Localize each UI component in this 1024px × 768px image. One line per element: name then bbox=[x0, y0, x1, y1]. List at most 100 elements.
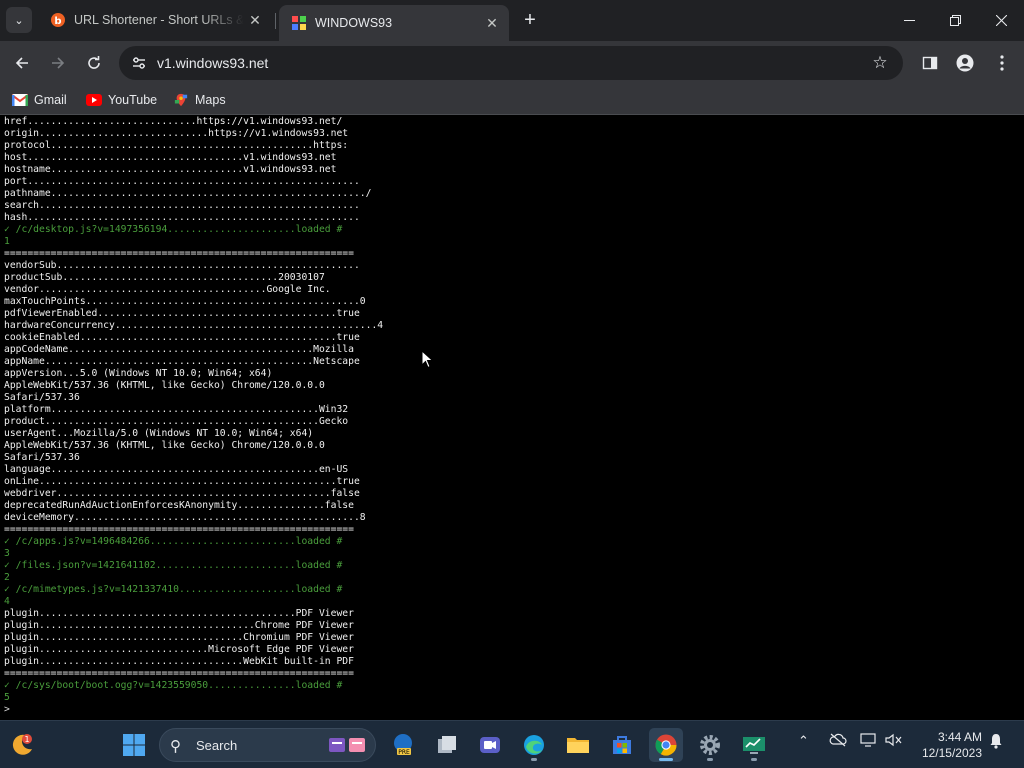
network-icon[interactable] bbox=[860, 733, 878, 750]
terminal-line: webdriver...............................… bbox=[4, 488, 360, 499]
terminal-line: 4 bbox=[4, 596, 10, 607]
terminal-line: maxTouchPoints..........................… bbox=[4, 296, 366, 307]
bookmark-maps[interactable]: Maps bbox=[173, 91, 226, 109]
reload-button[interactable] bbox=[80, 49, 108, 77]
taskbar-app-terminal[interactable] bbox=[737, 728, 771, 762]
taskbar-search[interactable]: ⚲ Search bbox=[159, 728, 376, 762]
taskbar-app-meet[interactable] bbox=[473, 728, 507, 762]
terminal-line: 1 bbox=[4, 236, 10, 247]
taskbar-app-microsoft-store[interactable] bbox=[605, 728, 639, 762]
url-text[interactable]: v1.windows93.net bbox=[157, 55, 268, 71]
address-bar[interactable]: v1.windows93.net ☆ bbox=[119, 46, 903, 80]
terminal-line: deviceMemory............................… bbox=[4, 512, 366, 523]
windows-logo-icon bbox=[123, 734, 145, 756]
windows-taskbar: 1 ⚲ Search PRE ⌃ 3:44 AM 12/15/2023 bbox=[0, 720, 1024, 768]
terminal-line: hash....................................… bbox=[4, 212, 360, 223]
edge-browser-icon bbox=[524, 735, 544, 755]
tab-url-shortener[interactable]: b URL Shortener - Short URLs & Cu ✕ bbox=[38, 5, 272, 35]
tab-title: URL Shortener - Short URLs & Cu bbox=[74, 13, 244, 27]
search-icon: ⚲ bbox=[170, 738, 181, 755]
terminal-output: href.............................https:/… bbox=[4, 116, 383, 716]
terminal-line: ========================================… bbox=[4, 248, 354, 259]
terminal-line: hardwareConcurrency.....................… bbox=[4, 320, 384, 331]
taskbar-app-file-explorer[interactable] bbox=[561, 728, 595, 762]
start-button[interactable] bbox=[117, 728, 151, 762]
restore-button[interactable] bbox=[932, 0, 978, 40]
store-icon bbox=[613, 736, 631, 754]
site-info-button[interactable] bbox=[127, 51, 151, 75]
terminal-line: language................................… bbox=[4, 464, 349, 475]
gmail-icon bbox=[12, 94, 28, 106]
volume-muted-icon[interactable] bbox=[885, 733, 903, 750]
close-tab-icon[interactable]: ✕ bbox=[481, 12, 503, 34]
terminal-line: ✓ /c/apps.js?v=1496484266...............… bbox=[4, 536, 343, 547]
reload-icon bbox=[88, 56, 100, 69]
taskbar-app-edge[interactable] bbox=[517, 728, 551, 762]
terminal-line: vendorSub...............................… bbox=[4, 260, 360, 271]
widgets-button[interactable]: 1 bbox=[5, 728, 39, 762]
terminal-line: plugin..................................… bbox=[4, 656, 354, 667]
onedrive-offline-icon[interactable] bbox=[829, 733, 847, 750]
side-panel-icon bbox=[922, 56, 938, 70]
terminal-line: appName.................................… bbox=[4, 356, 360, 367]
terminal-line: protocol................................… bbox=[4, 140, 349, 151]
arrow-left-icon bbox=[15, 57, 28, 69]
tab-search-button[interactable]: ⌄ bbox=[6, 7, 32, 33]
show-hidden-icons-chevron-icon[interactable]: ⌃ bbox=[798, 733, 809, 749]
minimize-button[interactable] bbox=[886, 0, 932, 40]
terminal-line: hostname................................… bbox=[4, 164, 337, 175]
tab-windows93[interactable]: WINDOWS93 ✕ bbox=[279, 5, 509, 41]
tab-title: WINDOWS93 bbox=[315, 16, 393, 30]
terminal-line: productSub..............................… bbox=[4, 272, 325, 283]
web-page-terminal[interactable]: href.............................https:/… bbox=[0, 116, 1024, 720]
close-window-button[interactable] bbox=[978, 0, 1024, 40]
search-label: Search bbox=[196, 738, 238, 753]
bookmark-gmail[interactable]: Gmail bbox=[12, 91, 67, 109]
new-tab-button[interactable]: + bbox=[518, 9, 542, 33]
svg-text:b: b bbox=[54, 16, 61, 27]
notification-bell-icon[interactable] bbox=[988, 733, 1004, 752]
side-panel-button[interactable] bbox=[916, 49, 944, 77]
terminal-line: Safari/537.36 bbox=[4, 452, 80, 463]
bookmark-star-button[interactable]: ☆ bbox=[867, 50, 893, 76]
restore-icon bbox=[949, 14, 961, 26]
terminal-line: AppleWebKit/537.36 (KHTML, like Gecko) C… bbox=[4, 380, 325, 391]
more-vertical-icon bbox=[1000, 55, 1004, 71]
close-tab-icon[interactable]: ✕ bbox=[244, 9, 266, 31]
terminal-line: 5 bbox=[4, 692, 10, 703]
terminal-line: ✓ /c/mimetypes.js?v=1421337410..........… bbox=[4, 584, 343, 595]
bookmark-label: YouTube bbox=[108, 93, 158, 107]
terminal-line: userAgent...Mozilla/5.0 (Windows NT 10.0… bbox=[4, 428, 314, 439]
folder-icon bbox=[567, 738, 589, 753]
taskbar-app-task-view[interactable] bbox=[430, 728, 464, 762]
running-indicator bbox=[751, 758, 757, 761]
system-clock[interactable]: 3:44 AM 12/15/2023 bbox=[922, 729, 982, 761]
terminal-line: platform................................… bbox=[4, 404, 349, 415]
menu-button[interactable] bbox=[988, 49, 1016, 77]
running-indicator bbox=[531, 758, 537, 761]
forward-button[interactable] bbox=[44, 49, 72, 77]
terminal-line: product.................................… bbox=[4, 416, 349, 427]
terminal-line: pathname................................… bbox=[4, 188, 372, 199]
task-view-icon bbox=[438, 736, 456, 753]
profile-button[interactable] bbox=[951, 49, 979, 77]
gear-icon bbox=[700, 735, 720, 755]
terminal-line: > bbox=[4, 704, 10, 715]
bookmark-label: Gmail bbox=[34, 93, 67, 107]
terminal-line: ✓ /files.json?v=1421641102..............… bbox=[4, 560, 343, 571]
back-button[interactable] bbox=[8, 49, 36, 77]
taskbar-app-settings[interactable] bbox=[693, 728, 727, 762]
terminal-line: host....................................… bbox=[4, 152, 337, 163]
terminal-line: plugin..................................… bbox=[4, 632, 354, 643]
taskbar-app-xbox-pre[interactable]: PRE bbox=[386, 728, 420, 762]
terminal-line: cookieEnabled...........................… bbox=[4, 332, 360, 343]
taskbar-app-chrome[interactable] bbox=[649, 728, 683, 762]
close-icon bbox=[995, 14, 1007, 26]
chrome-browser-icon bbox=[655, 734, 677, 756]
video-meet-icon bbox=[480, 737, 500, 753]
terminal-line: ========================================… bbox=[4, 668, 354, 679]
xbox-pre-icon: PRE bbox=[394, 734, 412, 756]
terminal-line: href.............................https:/… bbox=[4, 116, 343, 127]
terminal-line: AppleWebKit/537.36 (KHTML, like Gecko) C… bbox=[4, 440, 325, 451]
bookmark-youtube[interactable]: YouTube bbox=[86, 91, 157, 109]
